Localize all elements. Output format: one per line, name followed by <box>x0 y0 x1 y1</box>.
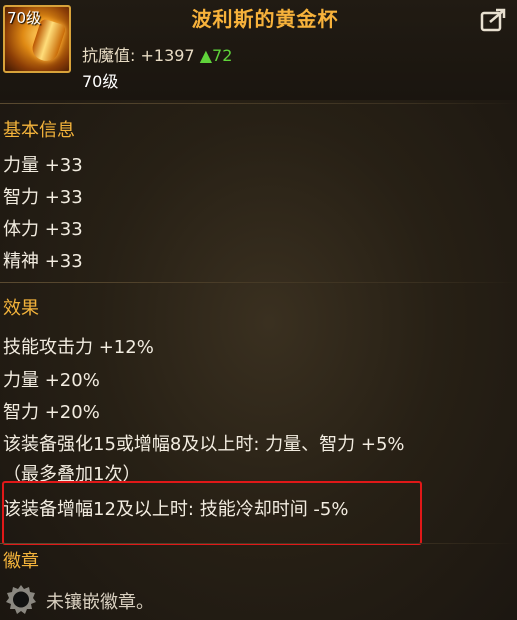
highlight-box <box>2 481 422 545</box>
icon-level-tag: 70级 <box>7 9 42 27</box>
item-level: 70级 <box>82 72 119 91</box>
emblem-title: 徽章 <box>3 551 39 572</box>
divider <box>0 282 517 283</box>
effect-line: 力量 +20% <box>3 370 100 391</box>
item-name: 波利斯的黄金杯 <box>191 7 339 31</box>
item-tooltip-panel: 70级 波利斯的黄金杯 抗魔值: +1397 ▲72 70级 基本信息 力量 +… <box>0 0 517 620</box>
effect-line: 该装备强化15或增幅8及以上时: 力量、智力 +5% <box>3 434 405 455</box>
magic-resist-stat: 抗魔值: +1397 ▲72 <box>82 42 232 66</box>
divider <box>0 543 517 544</box>
basic-stat-line: 精神 +33 <box>3 251 83 272</box>
item-header: 70级 波利斯的黄金杯 抗魔值: +1397 ▲72 70级 <box>0 0 517 100</box>
effects-title: 效果 <box>3 298 39 319</box>
basic-info-title: 基本信息 <box>3 120 75 141</box>
basic-stat-line: 体力 +33 <box>3 219 83 240</box>
emblem-status: 未镶嵌徽章。 <box>46 592 154 613</box>
stat-label: 抗魔值: +1397 <box>82 46 195 65</box>
golden-cup-icon[interactable]: 70级 <box>3 5 71 73</box>
effect-line: 智力 +20% <box>3 402 100 423</box>
empty-emblem-slot-icon[interactable] <box>6 584 36 614</box>
share-export-icon[interactable] <box>479 7 509 33</box>
basic-stat-line: 力量 +33 <box>3 155 83 176</box>
effect-line: 技能攻击力 +12% <box>3 337 154 358</box>
basic-stat-line: 智力 +33 <box>3 187 83 208</box>
stat-increase: ▲72 <box>199 46 233 65</box>
divider <box>0 103 517 104</box>
